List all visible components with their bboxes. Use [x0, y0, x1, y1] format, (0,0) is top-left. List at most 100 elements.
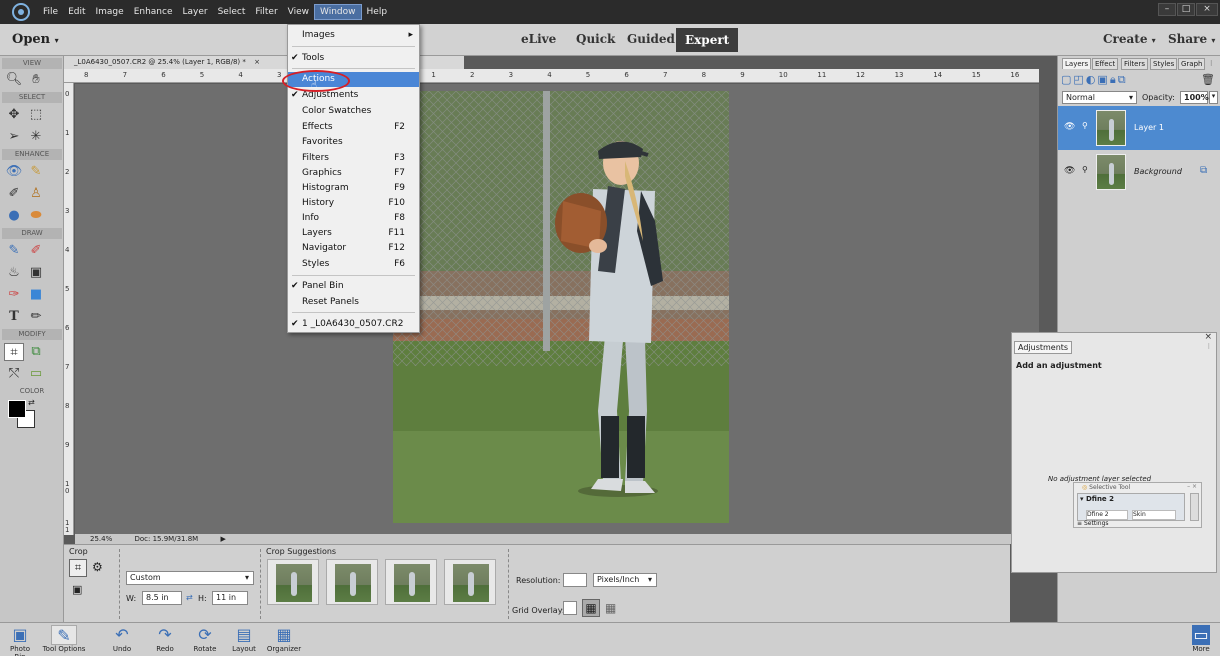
layer-name[interactable]: Layer 1 [1134, 123, 1164, 132]
straighten-tool-icon[interactable]: ▭ [26, 365, 46, 383]
window-menu-item-images[interactable]: Images ▸ [288, 28, 419, 43]
visibility-eye-icon[interactable]: 👁︎ [1064, 166, 1075, 176]
link-icon[interactable]: ⚲ [1082, 121, 1088, 130]
window-menu-item-graphics[interactable]: Graphics F7 [288, 166, 419, 181]
tab-graphics[interactable]: Graph [1178, 58, 1206, 70]
menu-help[interactable]: Help [362, 5, 393, 19]
blur-tool-icon[interactable]: ● [4, 207, 24, 225]
close-panel-icon[interactable]: × [1204, 332, 1212, 342]
menu-select[interactable]: Select [213, 5, 251, 19]
organizer-button[interactable]: ▦ Organizer [262, 625, 306, 653]
panel-menu-icon[interactable]: ⁝ [1207, 342, 1210, 351]
selective-tool-settings[interactable]: ≡ Settings [1077, 520, 1109, 527]
window-menu-item-panel-bin[interactable]: ✔ Panel Bin [288, 279, 419, 294]
photo-bin-button[interactable]: ▣Photo Bin [4, 625, 36, 656]
crop-suggestion-2[interactable] [326, 559, 378, 605]
close-document-icon[interactable]: × [254, 58, 260, 66]
tab-layers[interactable]: Layers [1062, 58, 1092, 69]
menu-file[interactable]: File [38, 5, 63, 19]
more-button[interactable]: ▭ More [1186, 625, 1216, 653]
selective-tool-close-icon[interactable]: – × [1187, 483, 1197, 490]
window-menu-item-histogram[interactable]: Histogram F9 [288, 181, 419, 196]
selective-tool-item[interactable]: ▾ Dfine 2 [1080, 495, 1114, 503]
maximize-button[interactable]: □ [1177, 3, 1195, 16]
perspective-crop-icon[interactable]: ⚙ [92, 560, 103, 574]
red-eye-tool-icon[interactable]: 👁︎ [4, 163, 24, 181]
type-tool-icon[interactable]: T [4, 308, 24, 326]
window-menu-item-favorites[interactable]: Favorites [288, 135, 419, 150]
link-layers-icon[interactable]: ⧉ [1118, 73, 1128, 86]
layer-mask-icon[interactable]: ▣ [1097, 73, 1109, 86]
width-input[interactable]: 8.5 in [142, 591, 182, 605]
blend-mode-dropdown[interactable]: Normal ▾ [1062, 91, 1137, 104]
pencil-tool-icon[interactable]: ✏︎ [26, 308, 46, 326]
minimize-button[interactable]: – [1158, 3, 1176, 16]
smart-brush-tool-icon[interactable]: ✐ [4, 185, 24, 203]
crop-mode-icon[interactable]: ⌗ [69, 559, 87, 577]
clone-stamp-tool-icon[interactable]: ♙ [26, 185, 46, 203]
tab-filters[interactable]: Filters [1121, 58, 1148, 70]
lock-all-icon[interactable]: 🔒︎ [1110, 73, 1118, 86]
grid-overlay-grid-icon[interactable]: ▦ [605, 601, 616, 615]
photo-softball-player[interactable] [393, 91, 729, 523]
close-window-button[interactable]: × [1196, 3, 1218, 16]
window-menu-item-info[interactable]: Info F8 [288, 211, 419, 226]
mode-expert[interactable]: Expert [676, 28, 739, 52]
swap-colors-icon[interactable]: ⇄ [28, 398, 35, 407]
layer-name[interactable]: Background [1134, 167, 1182, 176]
layer-row-background[interactable]: 👁︎ ⚲ Background ⧉ [1058, 150, 1220, 194]
grid-overlay-none-icon[interactable] [563, 601, 577, 615]
tab-styles[interactable]: Styles [1150, 58, 1178, 70]
window-menu-item-layers[interactable]: Layers F11 [288, 226, 419, 241]
new-layer-icon[interactable]: ▢ [1061, 73, 1073, 86]
window-menu-item-styles[interactable]: Styles F6 [288, 257, 419, 272]
window-menu-item-color-swatches[interactable]: Color Swatches [288, 104, 419, 119]
tab-effects[interactable]: Effect [1092, 58, 1119, 70]
opacity-input[interactable]: 100% [1180, 91, 1209, 104]
shape-tool-icon[interactable]: ■ [26, 286, 46, 304]
sponge-tool-icon[interactable]: ⬬ [26, 207, 46, 225]
skin-button[interactable]: Skin [1132, 510, 1176, 520]
paint-bucket-tool-icon[interactable]: ♨ [4, 264, 24, 282]
rotate-button[interactable]: ⟳ Rotate [188, 625, 222, 653]
crop-suggestion-1[interactable] [267, 559, 319, 605]
marquee-tool-icon[interactable]: ⬚ [26, 106, 46, 124]
menu-filter[interactable]: Filter [250, 5, 282, 19]
link-icon[interactable]: ⚲ [1082, 165, 1088, 174]
mode-guided[interactable]: Guided [627, 32, 675, 46]
selective-tool-scrollbar[interactable] [1190, 493, 1199, 521]
lasso-tool-icon[interactable]: ➢ [4, 128, 24, 146]
crop-tool-icon[interactable]: ⌗ [4, 343, 24, 361]
brush-tool-icon[interactable]: ✎ [4, 242, 24, 260]
status-menu-icon[interactable]: ▶ [220, 535, 225, 543]
undo-button[interactable]: ↶ Undo [107, 625, 137, 653]
layer-row-layer-1[interactable]: 👁︎ ⚲ Layer 1 [1058, 106, 1220, 150]
grid-overlay-thirds-icon[interactable]: ▦ [582, 599, 600, 617]
menu-image[interactable]: Image [91, 5, 129, 19]
move-tool-icon[interactable]: ✥ [4, 106, 24, 124]
tab-adjustments[interactable]: Adjustments [1014, 341, 1073, 354]
panel-menu-icon[interactable]: ⁝ [1210, 59, 1213, 68]
menu-enhance[interactable]: Enhance [129, 5, 178, 19]
menu-window[interactable]: Window [314, 4, 362, 20]
cookie-cutter-icon[interactable]: ▣ [72, 583, 82, 596]
mode-quick[interactable]: Quick [576, 32, 615, 46]
dfine-button[interactable]: Dfine 2 [1086, 510, 1128, 520]
menu-edit[interactable]: Edit [63, 5, 90, 19]
menu-view[interactable]: View [283, 5, 314, 19]
window-menu-item-tools[interactable]: ✔ Tools [288, 51, 419, 66]
share-button[interactable]: Share ▾ [1168, 32, 1215, 46]
delete-layer-icon[interactable]: 🗑︎ [1201, 73, 1217, 86]
window-menu-item-effects[interactable]: Effects F2 [288, 120, 419, 135]
redo-button[interactable]: ↷ Redo [150, 625, 180, 653]
window-menu-item-reset-panels[interactable]: Reset Panels [288, 295, 419, 310]
hand-tool-icon[interactable]: ✋︎ [26, 71, 46, 89]
window-menu-item-filters[interactable]: Filters F3 [288, 151, 419, 166]
crop-suggestion-3[interactable] [385, 559, 437, 605]
gradient-tool-icon[interactable]: ▣ [26, 264, 46, 282]
eraser-tool-icon[interactable]: ✐ [26, 242, 46, 260]
zoom-readout[interactable]: 25.4% [90, 535, 112, 543]
eyedropper-tool-icon[interactable]: ✑ [4, 286, 24, 304]
window-menu-item-navigator[interactable]: Navigator F12 [288, 241, 419, 256]
tool-options-button[interactable]: ✎ Tool Options [39, 625, 89, 653]
